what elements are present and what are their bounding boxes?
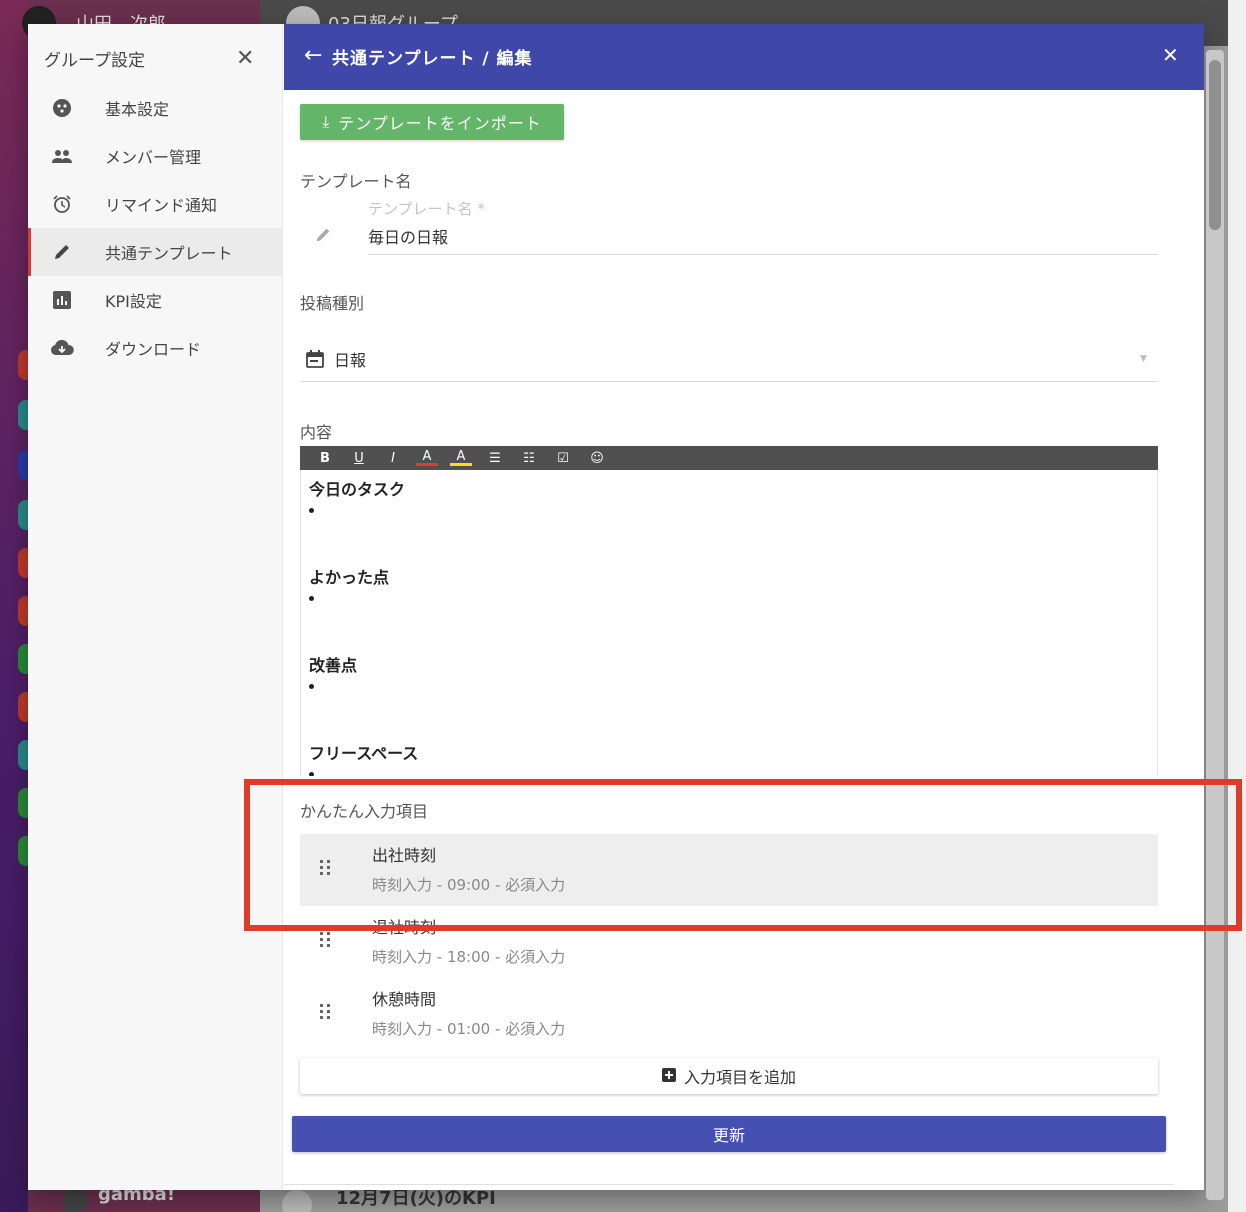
italic-button[interactable]: I xyxy=(382,448,404,468)
editor-toolbar: B U I A A ☰ ☷ ☑ ☺ xyxy=(300,446,1158,470)
bold-button[interactable]: B xyxy=(314,448,336,468)
bar-chart-icon xyxy=(50,288,74,312)
template-edit-panel: ← 共通テンプレート / 編集 ✕ ⤓ テンプレートをインポート テンプレート名… xyxy=(284,24,1204,1190)
quick-input-item[interactable]: 休憩時間 時刻入力 - 01:00 - 必須入力 xyxy=(300,978,1158,1050)
gamba-logo-icon xyxy=(62,1188,88,1212)
panel-header: ← 共通テンプレート / 編集 ✕ xyxy=(284,24,1204,90)
editor-bullet xyxy=(309,508,314,513)
nav-label: ダウンロード xyxy=(105,340,202,359)
alarm-icon xyxy=(50,192,74,216)
quick-input-name: 休憩時間 xyxy=(372,990,437,1009)
post-type-select[interactable]: 日報 xyxy=(334,347,366,371)
drag-handle-icon[interactable] xyxy=(320,1004,331,1019)
nav-label: 基本設定 xyxy=(105,100,170,119)
editor-heading: よかった点 xyxy=(309,568,390,587)
editor-heading: 今日のタスク xyxy=(309,480,406,499)
editor-heading: フリースペース xyxy=(309,744,419,763)
nav-item-kpi-settings[interactable]: KPI設定 xyxy=(28,276,283,324)
back-arrow-icon[interactable]: ← xyxy=(304,45,322,67)
nav-item-basic-settings[interactable]: 基本設定 xyxy=(28,84,283,132)
nav-label: KPI設定 xyxy=(105,292,162,311)
pencil-icon xyxy=(314,226,332,248)
drag-handle-icon[interactable] xyxy=(320,932,331,947)
nav-item-common-template[interactable]: 共通テンプレート xyxy=(28,228,283,276)
quick-input-meta: 時刻入力 - 01:00 - 必須入力 xyxy=(372,1020,566,1038)
close-icon[interactable]: ✕ xyxy=(1162,45,1179,65)
pencil-icon xyxy=(50,240,74,264)
page-title: 共通テンプレート / 編集 xyxy=(332,49,533,69)
import-template-button[interactable]: ⤓ テンプレートをインポート xyxy=(300,104,564,140)
chevron-down-icon[interactable]: ▼ xyxy=(1140,354,1147,364)
drag-handle-icon[interactable] xyxy=(320,860,331,875)
bulleted-list-icon[interactable]: ☰ xyxy=(484,448,506,468)
content-section-label: 内容 xyxy=(300,423,333,442)
quick-input-item[interactable]: 退社時刻 時刻入力 - 18:00 - 必須入力 xyxy=(300,906,1158,978)
quick-input-name: 退社時刻 xyxy=(372,918,437,937)
settings-nav: グループ設定 ✕ 基本設定 メンバー管理 リマインド通知 共通テンプレート KP… xyxy=(28,24,283,1190)
calendar-icon xyxy=(306,350,324,372)
background-right-strip xyxy=(1228,0,1246,1212)
add-input-item-label: 入力項目を追加 xyxy=(683,1068,796,1087)
close-icon[interactable]: ✕ xyxy=(236,48,254,70)
numbered-list-icon[interactable]: ☷ xyxy=(518,448,540,468)
template-name-section-label: テンプレート名 xyxy=(300,172,412,191)
add-box-icon xyxy=(661,1067,676,1086)
nav-item-member-management[interactable]: メンバー管理 xyxy=(28,132,283,180)
group-settings-dialog: グループ設定 ✕ 基本設定 メンバー管理 リマインド通知 共通テンプレート KP… xyxy=(28,24,1204,1190)
post-avatar xyxy=(282,1190,312,1212)
input-underline xyxy=(368,254,1158,255)
nav-label: メンバー管理 xyxy=(105,148,202,167)
highlight-color-button[interactable]: A xyxy=(450,449,472,466)
select-underline xyxy=(300,381,1158,382)
nav-item-download[interactable]: ダウンロード xyxy=(28,324,283,372)
text-color-button[interactable]: A xyxy=(416,449,438,466)
cloud-download-icon xyxy=(50,336,74,360)
quick-input-meta: 時刻入力 - 18:00 - 必須入力 xyxy=(372,948,566,966)
editor-bullet xyxy=(309,596,314,601)
nav-label: リマインド通知 xyxy=(105,196,218,215)
emoji-icon[interactable]: ☺ xyxy=(586,448,608,468)
quick-input-name: 出社時刻 xyxy=(372,846,437,865)
editor-bullet xyxy=(309,684,314,689)
quick-input-item[interactable]: 出社時刻 時刻入力 - 09:00 - 必須入力 xyxy=(300,834,1158,906)
people-icon xyxy=(50,144,74,168)
import-template-label: テンプレートをインポート xyxy=(338,114,542,133)
nav-item-remind-notification[interactable]: リマインド通知 xyxy=(28,180,283,228)
update-button[interactable]: 更新 xyxy=(292,1116,1166,1152)
template-name-input[interactable]: 毎日の日報 xyxy=(368,224,448,248)
nav-label: 共通テンプレート xyxy=(105,244,233,263)
checkbox-icon[interactable]: ☑ xyxy=(552,448,574,468)
post-type-section-label: 投稿種別 xyxy=(300,294,365,313)
download-icon: ⤓ xyxy=(322,112,331,131)
quick-input-meta: 時刻入力 - 09:00 - 必須入力 xyxy=(372,876,566,894)
editor-heading: 改善点 xyxy=(309,656,358,675)
panel-divider xyxy=(284,1184,1174,1185)
settings-icon xyxy=(50,96,74,120)
nav-title: グループ設定 xyxy=(44,51,145,71)
editor-bullet xyxy=(309,772,314,776)
content-editor[interactable]: 今日のタスク よかった点 改善点 フリースペース xyxy=(300,470,1158,776)
underline-button[interactable]: U xyxy=(348,448,370,468)
scrollbar-thumb[interactable] xyxy=(1209,60,1221,230)
quick-input-section-label: かんたん入力項目 xyxy=(300,802,429,821)
template-name-floating-label: テンプレート名 * xyxy=(368,200,485,218)
add-input-item-button[interactable]: 入力項目を追加 xyxy=(300,1058,1158,1094)
